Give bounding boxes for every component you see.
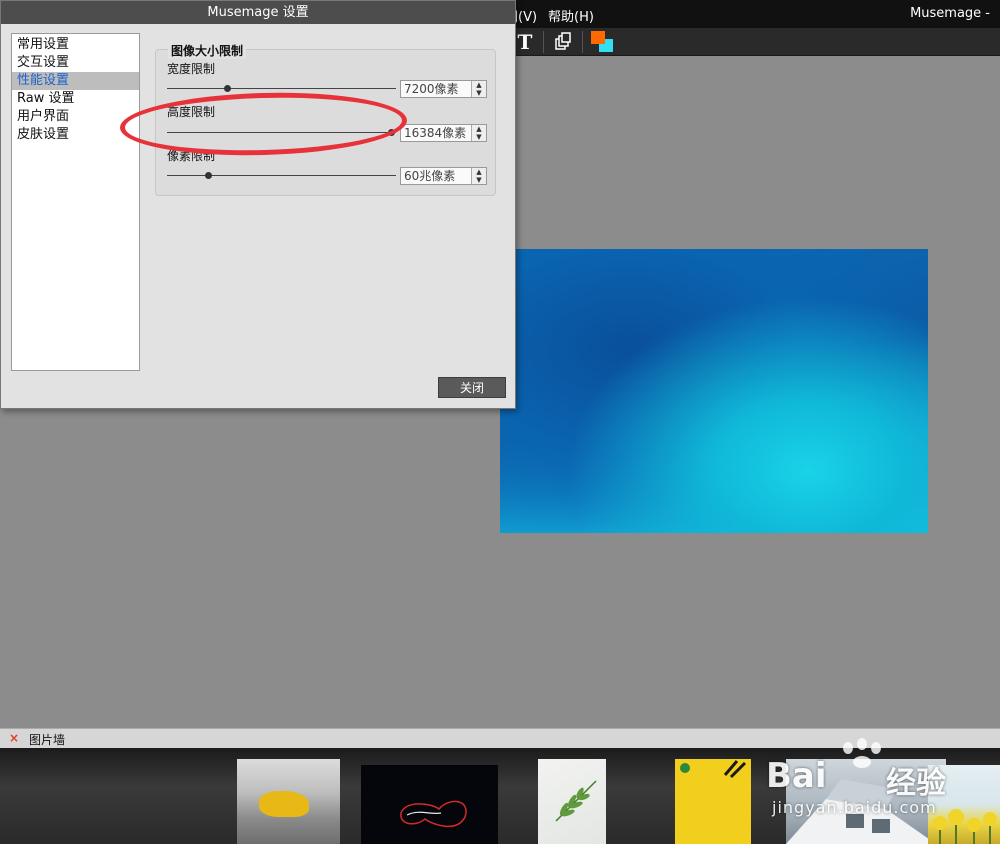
thumbnail-neon-drawing [400, 800, 467, 827]
thumbnail-figure [259, 791, 309, 817]
slider-track [167, 175, 396, 176]
toolbar-separator [543, 31, 544, 53]
toolbar-separator [582, 31, 583, 53]
spin-down-icon[interactable]: ▼ [472, 133, 486, 141]
thumbnail[interactable] [361, 765, 498, 844]
spin-arrows[interactable]: ▲ ▼ [471, 81, 486, 97]
paw-logo-icon [843, 738, 881, 768]
menu-help[interactable]: 帮助(H) [548, 6, 594, 25]
spin-up-icon[interactable]: ▲ [472, 81, 486, 89]
settings-nav-list: 常用设置 交互设置 性能设置 Raw 设置 用户界面 皮肤设置 [11, 33, 140, 371]
slider-handle[interactable] [205, 172, 213, 179]
close-button[interactable]: 关闭 [438, 377, 506, 398]
app-title: Musemage - [910, 6, 990, 21]
nav-item-general[interactable]: 常用设置 [12, 36, 139, 54]
spin-up-icon[interactable]: ▲ [472, 168, 486, 176]
slider-track [167, 88, 396, 89]
slider-handle[interactable] [223, 85, 231, 92]
height-limit-spinbox[interactable]: 16384像素 ▲ ▼ [400, 124, 487, 142]
nav-item-performance[interactable]: 性能设置 [12, 72, 139, 90]
spin-down-icon[interactable]: ▼ [472, 176, 486, 184]
spin-up-icon[interactable]: ▲ [472, 125, 486, 133]
width-limit-label: 宽度限制 [167, 62, 216, 76]
pixel-limit-slider[interactable] [167, 171, 396, 181]
width-limit-spinbox[interactable]: 7200像素 ▲ ▼ [400, 80, 487, 98]
spin-arrows[interactable]: ▲ ▼ [471, 125, 486, 141]
thumbnail[interactable] [675, 759, 751, 844]
text-tool-icon[interactable]: T [513, 30, 537, 54]
color-swatch-icon[interactable] [590, 30, 614, 54]
height-limit-value[interactable]: 16384像素 [401, 125, 472, 141]
group-title: 图像大小限制 [168, 42, 247, 59]
spin-down-icon[interactable]: ▼ [472, 89, 486, 97]
canvas-image[interactable] [500, 249, 928, 533]
watermark-brand: Bai [766, 756, 827, 796]
pixel-limit-value[interactable]: 60兆像素 [401, 168, 472, 184]
thumbnail-fern [555, 780, 597, 822]
layers-copy-icon[interactable] [551, 30, 575, 54]
image-wall-title: 图片墙 [29, 733, 66, 747]
spin-arrows[interactable]: ▲ ▼ [471, 168, 486, 184]
thumbnail[interactable] [538, 759, 606, 844]
close-icon[interactable]: × [9, 731, 19, 745]
thumbnail-yellow-poster [680, 760, 747, 779]
baidu-watermark: Bai 经验 jingyan.baidu.com [766, 738, 996, 824]
width-limit-value[interactable]: 7200像素 [401, 81, 472, 97]
dialog-title[interactable]: Musemage 设置 [1, 1, 515, 24]
settings-dialog: Musemage 设置 常用设置 交互设置 性能设置 Raw 设置 用户界面 皮… [0, 0, 516, 409]
watermark-url: jingyan.baidu.com [772, 798, 937, 817]
pixel-limit-spinbox[interactable]: 60兆像素 ▲ ▼ [400, 167, 487, 185]
watermark-brand-suffix: 经验 [886, 766, 946, 801]
nav-item-interaction[interactable]: 交互设置 [12, 54, 139, 72]
nav-item-raw[interactable]: Raw 设置 [12, 90, 139, 108]
thumbnail[interactable] [237, 759, 340, 844]
